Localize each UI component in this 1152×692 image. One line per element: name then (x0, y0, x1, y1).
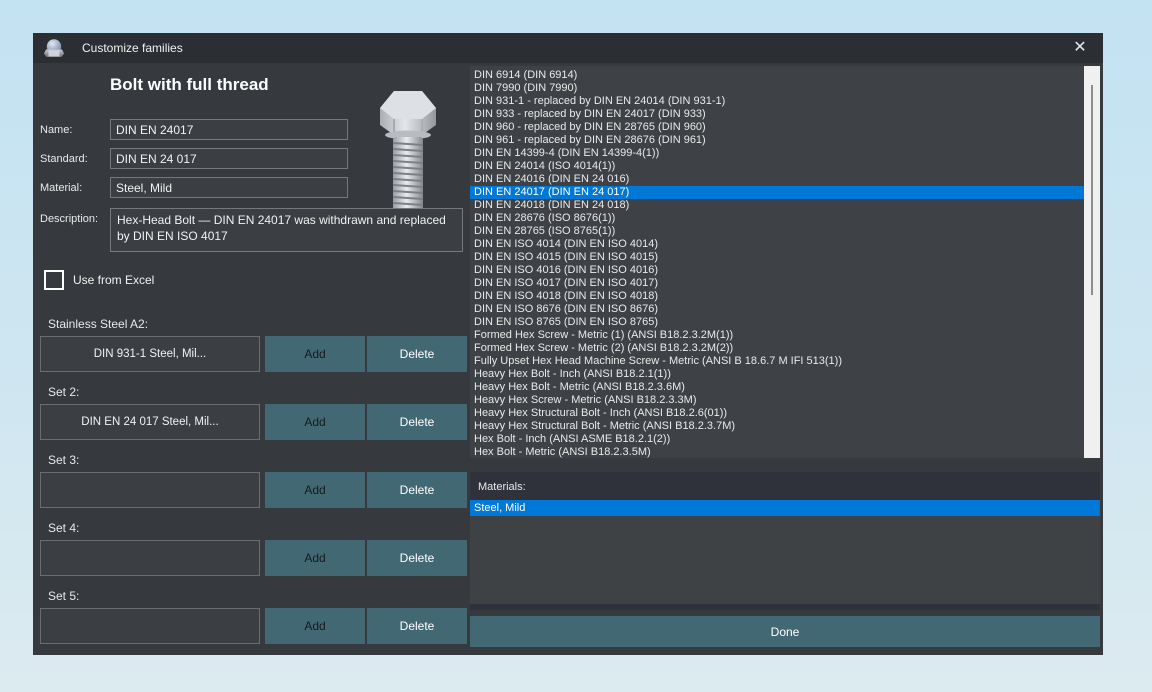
materials-panel: Materials: Steel, Mild (470, 472, 1100, 610)
standards-scrollbar[interactable] (1084, 66, 1100, 458)
standards-list-item[interactable]: DIN EN ISO 4018 (DIN EN ISO 4018) (470, 290, 1084, 303)
close-button[interactable]: ✕ (1065, 35, 1095, 61)
standards-list-item[interactable]: DIN EN 24016 (DIN EN 24 016) (470, 173, 1084, 186)
set-label: Set 3: (48, 453, 467, 466)
set-row: DIN 931-1 Steel, Mil...AddDelete (40, 336, 467, 372)
delete-button[interactable]: Delete (367, 404, 467, 440)
standards-list-item[interactable]: DIN 933 - replaced by DIN EN 24017 (DIN … (470, 108, 1084, 121)
set-label: Set 2: (48, 385, 467, 398)
set-group: Set 5: AddDelete (40, 589, 467, 644)
set-row: AddDelete (40, 472, 467, 508)
delete-button[interactable]: Delete (367, 608, 467, 644)
set-row: DIN EN 24 017 Steel, Mil...AddDelete (40, 404, 467, 440)
add-button[interactable]: Add (265, 404, 365, 440)
standards-list-item[interactable]: Hex Bolt - Inch (ANSI ASME B18.2.1(2)) (470, 433, 1084, 446)
set-label: Set 5: (48, 589, 467, 602)
standards-list-item[interactable]: DIN EN 14399-4 (DIN EN 14399-4(1)) (470, 147, 1084, 160)
set-value-field[interactable] (40, 608, 260, 644)
scrollbar-thumb[interactable] (1091, 85, 1093, 295)
add-button[interactable]: Add (265, 336, 365, 372)
dome-nut-bolt-icon (43, 37, 65, 59)
standards-list-item[interactable]: DIN 7990 (DIN 7990) (470, 82, 1084, 95)
set-group: Set 3: AddDelete (40, 453, 467, 508)
material-label: Material: (40, 182, 82, 194)
standards-list-item[interactable]: Heavy Hex Structural Bolt - Inch (ANSI B… (470, 407, 1084, 420)
materials-list[interactable]: Steel, Mild (470, 500, 1100, 604)
standards-list-item[interactable]: DIN EN 24018 (DIN EN 24 018) (470, 199, 1084, 212)
add-button[interactable]: Add (265, 540, 365, 576)
delete-button[interactable]: Delete (367, 540, 467, 576)
standards-list-item[interactable]: DIN EN 28676 (ISO 8676(1)) (470, 212, 1084, 225)
set-group: Stainless Steel A2: DIN 931-1 Steel, Mil.… (40, 317, 467, 372)
standards-list-item[interactable]: Heavy Hex Screw - Metric (ANSI B18.2.3.3… (470, 394, 1084, 407)
set-row: AddDelete (40, 540, 467, 576)
set-label: Stainless Steel A2: (48, 317, 467, 330)
standards-list[interactable]: DIN 6914 (DIN 6914)DIN 7990 (DIN 7990)DI… (470, 66, 1100, 458)
set-group: Set 4: AddDelete (40, 521, 467, 576)
set-value-field[interactable]: DIN EN 24 017 Steel, Mil... (40, 404, 260, 440)
standards-list-item[interactable]: DIN 931-1 - replaced by DIN EN 24014 (DI… (470, 95, 1084, 108)
name-label: Name: (40, 124, 72, 136)
standards-list-item[interactable]: DIN EN ISO 8765 (DIN EN ISO 8765) (470, 316, 1084, 329)
materials-list-item[interactable]: Steel, Mild (470, 500, 1100, 516)
standards-list-item[interactable]: Heavy Hex Structural Bolt - Metric (ANSI… (470, 420, 1084, 433)
standards-list-item[interactable]: Hex Bolt - Metric (ANSI B18.2.3.5M) (470, 446, 1084, 458)
standards-list-item[interactable]: DIN 6914 (DIN 6914) (470, 69, 1084, 82)
titlebar: Customize families (33, 33, 1103, 63)
description-input[interactable]: Hex-Head Bolt — DIN EN 24017 was withdra… (110, 208, 463, 252)
standards-list-item[interactable]: DIN EN 24014 (ISO 4014(1)) (470, 160, 1084, 173)
materials-label: Materials: (478, 481, 526, 493)
set-value-field[interactable] (40, 472, 260, 508)
set-row: AddDelete (40, 608, 467, 644)
standards-list-item[interactable]: DIN EN ISO 8676 (DIN EN ISO 8676) (470, 303, 1084, 316)
use-from-excel-label: Use from Excel (73, 273, 154, 287)
window-title: Customize families (82, 41, 183, 55)
set-label: Set 4: (48, 521, 467, 534)
name-input[interactable] (110, 119, 348, 140)
standards-list-item[interactable]: DIN EN 28765 (ISO 8765(1)) (470, 225, 1084, 238)
add-button[interactable]: Add (265, 608, 365, 644)
set-group: Set 2: DIN EN 24 017 Steel, Mil...AddDele… (40, 385, 467, 440)
standards-list-item[interactable]: DIN 960 - replaced by DIN EN 28765 (DIN … (470, 121, 1084, 134)
set-value-field[interactable]: DIN 931-1 Steel, Mil... (40, 336, 260, 372)
standards-list-item[interactable]: Heavy Hex Bolt - Metric (ANSI B18.2.3.6M… (470, 381, 1084, 394)
use-from-excel-row: Use from Excel (44, 270, 154, 290)
standards-list-item[interactable]: Formed Hex Screw - Metric (1) (ANSI B18.… (470, 329, 1084, 342)
sets-container: Stainless Steel A2: DIN 931-1 Steel, Mil.… (40, 317, 467, 657)
standards-list-item[interactable]: DIN EN ISO 4017 (DIN EN ISO 4017) (470, 277, 1084, 290)
standards-list-item[interactable]: Heavy Hex Bolt - Inch (ANSI B18.2.1(1)) (470, 368, 1084, 381)
set-value-field[interactable] (40, 540, 260, 576)
standards-list-item[interactable]: DIN EN 24017 (DIN EN 24 017) (470, 186, 1084, 199)
add-button[interactable]: Add (265, 472, 365, 508)
standards-list-item[interactable]: Fully Upset Hex Head Machine Screw - Met… (470, 355, 1084, 368)
standards-list-item[interactable]: DIN 961 - replaced by DIN EN 28676 (DIN … (470, 134, 1084, 147)
standards-list-item[interactable]: DIN EN ISO 4015 (DIN EN ISO 4015) (470, 251, 1084, 264)
customize-families-dialog: Customize families ✕ Bolt with full thre… (33, 33, 1103, 655)
material-input[interactable] (110, 177, 348, 198)
standard-input[interactable] (110, 148, 348, 169)
standard-label: Standard: (40, 153, 88, 165)
delete-button[interactable]: Delete (367, 472, 467, 508)
done-button[interactable]: Done (470, 616, 1100, 647)
standards-list-item[interactable]: DIN EN ISO 4014 (DIN EN ISO 4014) (470, 238, 1084, 251)
standards-list-item[interactable]: Formed Hex Screw - Metric (2) (ANSI B18.… (470, 342, 1084, 355)
description-label: Description: (40, 213, 98, 225)
delete-button[interactable]: Delete (367, 336, 467, 372)
use-from-excel-checkbox[interactable] (44, 270, 64, 290)
family-heading: Bolt with full thread (110, 75, 269, 95)
standards-list-item[interactable]: DIN EN ISO 4016 (DIN EN ISO 4016) (470, 264, 1084, 277)
